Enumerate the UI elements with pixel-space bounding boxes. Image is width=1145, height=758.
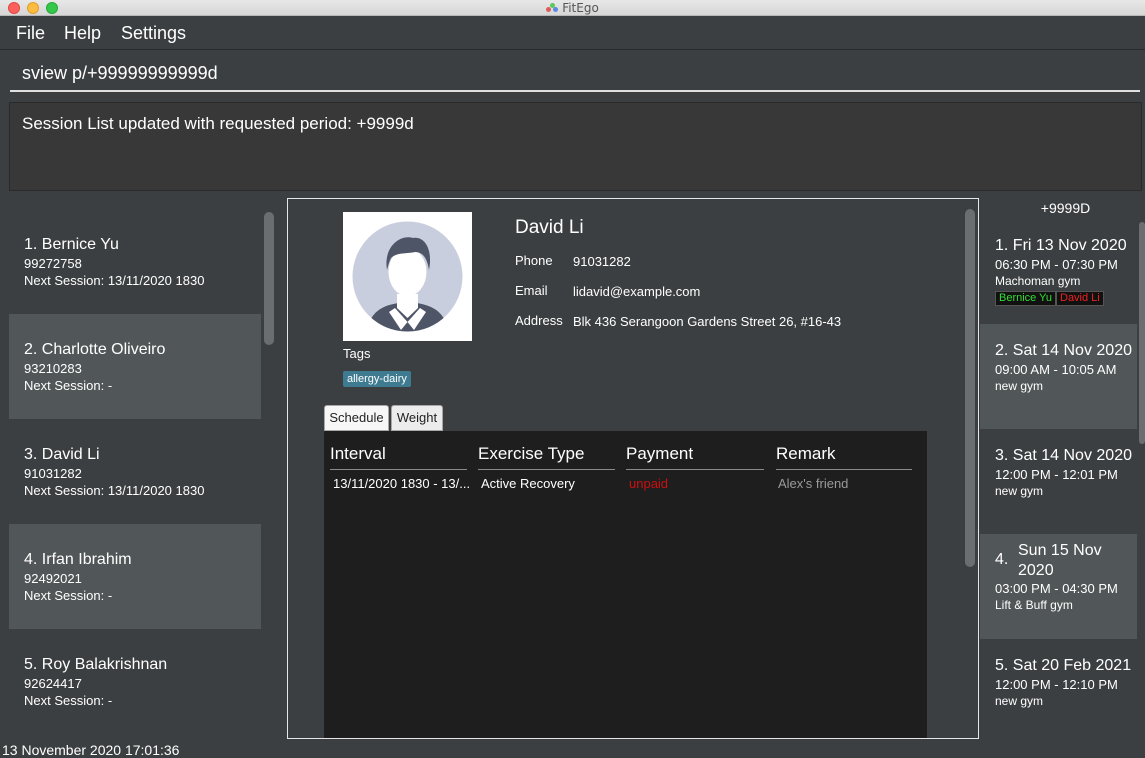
app-window: FitEgo File Help Settings Session List u… bbox=[0, 0, 1145, 758]
app-logo-icon bbox=[546, 3, 559, 13]
column-header-interval[interactable]: Interval bbox=[330, 444, 467, 470]
session-card[interactable]: 3. Sat 14 Nov 2020 12:00 PM - 12:01 PM n… bbox=[980, 429, 1137, 534]
client-phone: 93210283 bbox=[24, 361, 82, 376]
client-phone: 91031282 bbox=[24, 466, 82, 481]
result-message: Session List updated with requested peri… bbox=[22, 114, 414, 133]
detail-panel-scrollbar[interactable] bbox=[965, 209, 975, 567]
session-gym: Machoman gym bbox=[995, 274, 1081, 288]
phone-label: Phone bbox=[515, 253, 553, 268]
command-box bbox=[10, 56, 1140, 92]
window-title: FitEgo bbox=[0, 1, 1145, 15]
session-time: 09:00 AM - 10:05 AM bbox=[995, 362, 1117, 377]
session-title: 1. Fri 13 Nov 2020 bbox=[995, 237, 1127, 254]
session-number: 4. bbox=[995, 551, 1009, 568]
session-card[interactable]: 1. Fri 13 Nov 2020 06:30 PM - 07:30 PM M… bbox=[980, 219, 1137, 324]
session-list-scrollbar[interactable] bbox=[1139, 222, 1145, 444]
client-next-session: Next Session: - bbox=[24, 588, 113, 603]
session-card[interactable]: 4. Sun 15 Nov 2020 03:00 PM - 04:30 PM L… bbox=[980, 534, 1137, 639]
client-list: 1. Bernice Yu 99272758 Next Session: 13/… bbox=[9, 209, 261, 727]
client-card[interactable]: 2. Charlotte Oliveiro 93210283 Next Sess… bbox=[9, 314, 261, 419]
menu-file[interactable]: File bbox=[16, 23, 45, 44]
schedule-table: Interval Exercise Type Payment Remark 13… bbox=[324, 431, 927, 738]
column-header-remark[interactable]: Remark bbox=[776, 444, 912, 470]
result-display: Session List updated with requested peri… bbox=[9, 102, 1142, 191]
tag-badge: allergy-dairy bbox=[343, 371, 411, 387]
session-period-label: +9999D bbox=[1040, 200, 1091, 216]
client-next-session: Next Session: - bbox=[24, 693, 113, 708]
session-time: 12:00 PM - 12:01 PM bbox=[995, 467, 1118, 482]
client-phone: 99272758 bbox=[24, 256, 82, 271]
session-title: 2. Sat 14 Nov 2020 bbox=[995, 342, 1132, 359]
client-name: 5. Roy Balakrishnan bbox=[24, 656, 168, 673]
session-title: 3. Sat 14 Nov 2020 bbox=[995, 447, 1132, 464]
session-card[interactable]: 2. Sat 14 Nov 2020 09:00 AM - 10:05 AM n… bbox=[980, 324, 1137, 429]
client-list-scrollbar[interactable] bbox=[264, 212, 274, 345]
client-next-session: Next Session: 13/11/2020 1830 bbox=[24, 483, 205, 498]
client-card[interactable]: 4. Irfan Ibrahim 92492021 Next Session: … bbox=[9, 524, 261, 629]
tab-schedule[interactable]: Schedule bbox=[324, 405, 389, 431]
client-next-session: Next Session: 13/11/2020 1830 bbox=[24, 273, 205, 288]
tab-weight[interactable]: Weight bbox=[391, 405, 443, 431]
phone-value: 91031282 bbox=[573, 254, 631, 269]
client-card[interactable]: 5. Roy Balakrishnan 92624417 Next Sessio… bbox=[9, 629, 261, 727]
client-card[interactable]: 3. David Li 91031282 Next Session: 13/11… bbox=[9, 419, 261, 524]
address-label: Address bbox=[515, 313, 563, 328]
status-bar: 13 November 2020 17:01:36 bbox=[0, 740, 1145, 758]
session-client-badge: David Li bbox=[1056, 291, 1104, 306]
session-time: 03:00 PM - 04:30 PM bbox=[995, 581, 1118, 596]
menu-bar: File Help Settings bbox=[0, 17, 1145, 50]
client-next-session: Next Session: - bbox=[24, 378, 113, 393]
window-title-text: FitEgo bbox=[562, 1, 599, 15]
menu-settings[interactable]: Settings bbox=[121, 23, 186, 44]
client-phone: 92492021 bbox=[24, 571, 82, 586]
session-list-panel: +9999D 1. Fri 13 Nov 2020 06:30 PM - 07:… bbox=[980, 198, 1137, 758]
column-header-payment[interactable]: Payment bbox=[626, 444, 764, 470]
session-gym: new gym bbox=[995, 694, 1044, 708]
column-header-exercise-type[interactable]: Exercise Type bbox=[478, 444, 615, 470]
session-time: 12:00 PM - 12:10 PM bbox=[995, 677, 1118, 692]
person-placeholder-icon bbox=[352, 221, 463, 332]
status-datetime: 13 November 2020 17:01:36 bbox=[2, 742, 180, 758]
email-value: lidavid@example.com bbox=[573, 284, 701, 299]
session-gym: new gym bbox=[995, 484, 1044, 498]
table-cell-interval[interactable]: 13/11/2020 1830 - 13/... bbox=[333, 476, 470, 491]
session-gym: Lift & Buff gym bbox=[995, 598, 1073, 612]
menu-help[interactable]: Help bbox=[64, 23, 101, 44]
client-name: 1. Bernice Yu bbox=[24, 236, 119, 253]
command-input[interactable] bbox=[10, 56, 1140, 90]
address-value: Blk 436 Serangoon Gardens Street 26, #16… bbox=[573, 314, 842, 329]
tags-label: Tags bbox=[343, 346, 371, 361]
profile-avatar bbox=[343, 212, 472, 341]
session-card[interactable]: 5. Sat 20 Feb 2021 12:00 PM - 12:10 PM n… bbox=[980, 639, 1137, 744]
session-client-badge: Bernice Yu bbox=[995, 291, 1057, 306]
session-gym: new gym bbox=[995, 379, 1044, 393]
table-cell-remark[interactable]: Alex's friend bbox=[778, 476, 848, 491]
client-phone: 92624417 bbox=[24, 676, 82, 691]
profile-name: David Li bbox=[515, 217, 584, 238]
client-name: 2. Charlotte Oliveiro bbox=[24, 341, 166, 358]
session-title: 5. Sat 20 Feb 2021 bbox=[995, 657, 1132, 674]
session-title: Sun 15 Nov 2020 bbox=[1018, 542, 1102, 579]
table-cell-payment[interactable]: unpaid bbox=[629, 476, 668, 491]
client-name: 4. Irfan Ibrahim bbox=[24, 551, 132, 568]
client-name: 3. David Li bbox=[24, 446, 100, 463]
session-time: 06:30 PM - 07:30 PM bbox=[995, 257, 1118, 272]
email-label: Email bbox=[515, 283, 548, 298]
client-card[interactable]: 1. Bernice Yu 99272758 Next Session: 13/… bbox=[9, 209, 261, 314]
table-cell-exercise-type[interactable]: Active Recovery bbox=[481, 476, 575, 491]
client-detail-panel: Tags allergy-dairy David Li Phone 910312… bbox=[287, 198, 979, 739]
title-bar: FitEgo bbox=[0, 0, 1145, 16]
